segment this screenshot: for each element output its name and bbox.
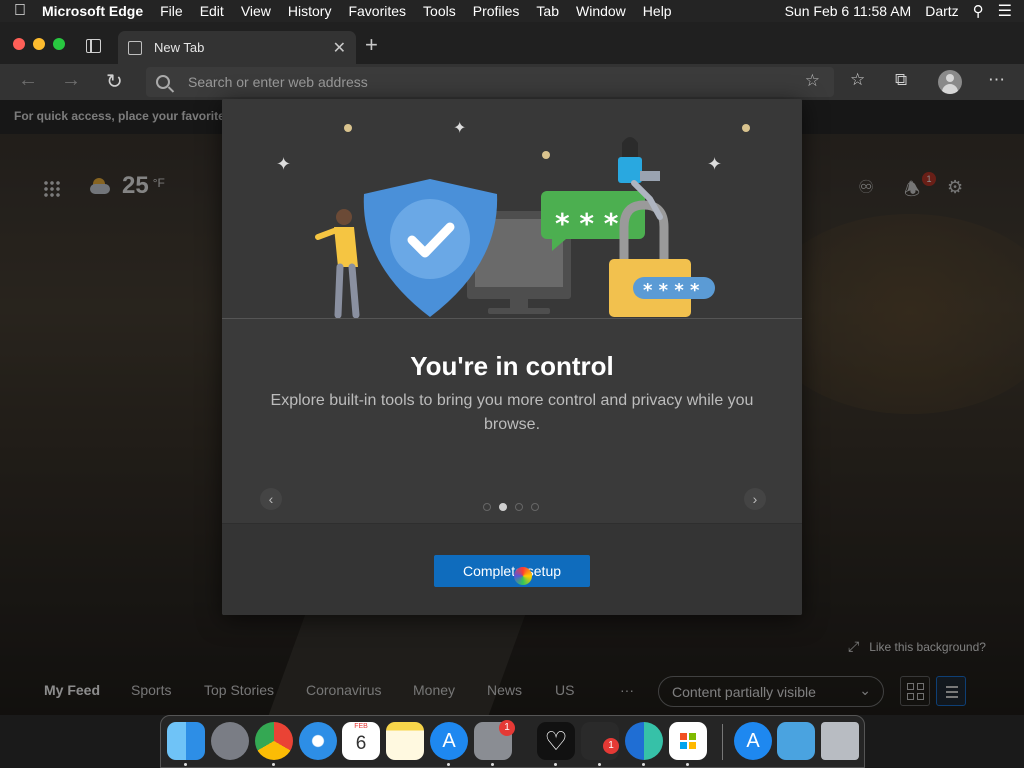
macos-dock: FEB 6 A 1 ♡ 1 A bbox=[160, 715, 865, 768]
tab-new-tab[interactable]: New Tab ✕ bbox=[118, 31, 356, 64]
heart-app-icon[interactable]: ♡ bbox=[537, 722, 575, 760]
tab-strip: New Tab ✕ + bbox=[0, 22, 1024, 64]
carousel-next-button[interactable]: › bbox=[744, 488, 766, 510]
setup-dialog: ✦ ✦ ✦ * * * * * * * You're in control Ex… bbox=[222, 99, 802, 615]
calendar-month: FEB bbox=[354, 723, 368, 730]
browser-toolbar: ← → ↻ Search or enter web address ☆ ☆ ⧉ … bbox=[0, 64, 1024, 100]
menu-app-name[interactable]: Microsoft Edge bbox=[42, 3, 143, 19]
dialog-description: Explore built-in tools to bring you more… bbox=[270, 392, 754, 433]
tab-close-icon[interactable]: ✕ bbox=[333, 38, 346, 58]
notes-icon[interactable] bbox=[386, 722, 424, 760]
carousel-dot-1[interactable] bbox=[483, 503, 491, 511]
microsoft-store-icon[interactable] bbox=[669, 722, 707, 760]
menu-favorites[interactable]: Favorites bbox=[348, 3, 406, 19]
window-zoom-button[interactable] bbox=[53, 38, 65, 50]
address-placeholder: Search or enter web address bbox=[188, 74, 368, 90]
busy-spinner-cursor-icon bbox=[514, 567, 532, 585]
carousel-dot-4[interactable] bbox=[531, 503, 539, 511]
add-favorite-star-icon[interactable]: ☆ bbox=[805, 71, 820, 91]
app-store-icon[interactable]: A bbox=[430, 722, 468, 760]
carousel-previous-button[interactable]: ‹ bbox=[260, 488, 282, 510]
menu-history[interactable]: History bbox=[288, 3, 332, 19]
carousel-page-indicator bbox=[483, 503, 539, 511]
back-arrow-icon[interactable]: ← bbox=[18, 69, 38, 92]
system-preferences-badge: 1 bbox=[499, 720, 515, 736]
new-tab-plus-icon[interactable]: + bbox=[365, 32, 378, 58]
illustration-divider bbox=[222, 318, 802, 319]
google-chrome-icon[interactable] bbox=[255, 722, 293, 760]
menu-tools[interactable]: Tools bbox=[423, 3, 456, 19]
menu-tab[interactable]: Tab bbox=[536, 3, 559, 19]
window-minimize-button[interactable] bbox=[33, 38, 45, 50]
settings-more-icon[interactable]: ⋯ bbox=[988, 70, 1006, 90]
menu-window[interactable]: Window bbox=[576, 3, 626, 19]
activity-app-badge: 1 bbox=[603, 738, 619, 754]
collections-icon[interactable]: ⧉ bbox=[895, 70, 907, 90]
svg-text:✦: ✦ bbox=[276, 154, 291, 175]
search-icon bbox=[156, 75, 170, 89]
menu-help[interactable]: Help bbox=[643, 3, 672, 19]
privacy-illustration: ✦ ✦ ✦ * * * * * * * bbox=[222, 99, 802, 319]
new-tab-favicon-icon bbox=[128, 40, 142, 55]
finder-icon[interactable] bbox=[167, 722, 205, 760]
carousel-dot-3[interactable] bbox=[515, 503, 523, 511]
spotlight-search-icon[interactable]: ⚲ bbox=[973, 2, 984, 20]
svg-text:* * * *: * * * * bbox=[643, 280, 700, 301]
profile-avatar[interactable] bbox=[938, 70, 962, 94]
menu-edit[interactable]: Edit bbox=[200, 3, 224, 19]
svg-text:✦: ✦ bbox=[707, 154, 722, 175]
tab-title: New Tab bbox=[154, 40, 205, 55]
svg-text:* * *: * * * bbox=[555, 207, 619, 240]
dialog-heading: You're in control bbox=[410, 351, 614, 381]
address-bar[interactable]: Search or enter web address ☆ bbox=[146, 67, 834, 97]
app-store-icon-2[interactable]: A bbox=[734, 722, 772, 760]
svg-text:✦: ✦ bbox=[453, 118, 466, 137]
microsoft-edge-icon[interactable] bbox=[625, 722, 663, 760]
safari-compass-icon[interactable] bbox=[299, 722, 337, 760]
launchpad-rocket-icon[interactable] bbox=[211, 722, 249, 760]
dialog-footer: Complete setup bbox=[222, 523, 802, 615]
trash-icon[interactable] bbox=[821, 722, 859, 760]
control-center-icon[interactable]: ☰ bbox=[998, 1, 1012, 21]
clock[interactable]: Sun Feb 6 11:58 AM bbox=[785, 3, 912, 19]
user-name[interactable]: Dartz bbox=[925, 3, 958, 19]
calendar-icon[interactable]: FEB 6 bbox=[342, 722, 380, 760]
menu-file[interactable]: File bbox=[160, 3, 183, 19]
calendar-day: 6 bbox=[355, 733, 367, 754]
menu-view[interactable]: View bbox=[241, 3, 271, 19]
window-close-button[interactable] bbox=[13, 38, 25, 50]
dock-separator bbox=[722, 724, 723, 760]
menu-profiles[interactable]: Profiles bbox=[473, 3, 520, 19]
downloads-folder-icon[interactable] bbox=[777, 722, 815, 760]
complete-setup-button[interactable]: Complete setup bbox=[434, 555, 590, 587]
forward-arrow-icon[interactable]: → bbox=[61, 69, 81, 92]
vertical-tabs-icon[interactable] bbox=[86, 38, 101, 53]
apple-menu-icon[interactable]:  bbox=[14, 2, 26, 20]
favorites-icon[interactable]: ☆ bbox=[850, 70, 865, 90]
refresh-icon[interactable]: ↻ bbox=[106, 69, 123, 94]
macos-menu-bar:  Microsoft Edge File Edit View History … bbox=[0, 0, 1024, 22]
privacy-illustration-art: ✦ ✦ ✦ * * * * * * * bbox=[276, 118, 750, 319]
carousel-dot-2-active[interactable] bbox=[499, 503, 507, 511]
